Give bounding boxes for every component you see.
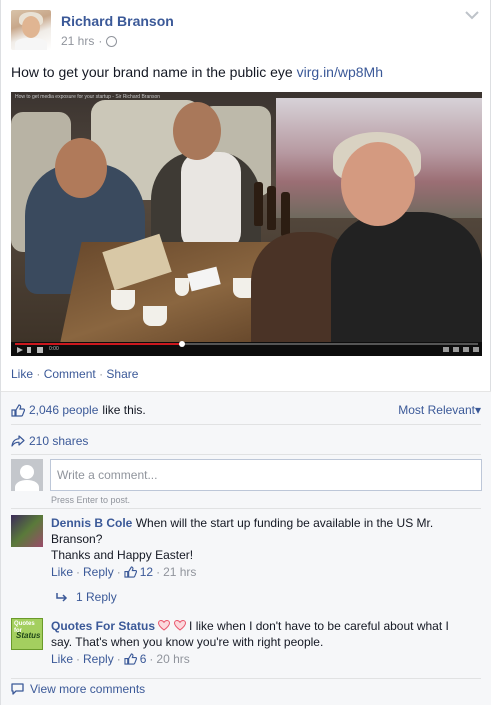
video-progress-fill: [15, 343, 182, 345]
feedback-section: 2,046 people like this. Most Relevant▾ 2…: [1, 391, 491, 705]
comment-like-button[interactable]: Like: [51, 565, 73, 579]
meta-separator: ·: [116, 565, 121, 579]
video-title-overlay: How to get media exposure for your start…: [15, 94, 161, 100]
reply-arrow-icon: [56, 593, 68, 602]
view-more-comments-link[interactable]: View more comments: [11, 682, 145, 696]
volume-icon[interactable]: [37, 347, 43, 353]
post-time[interactable]: 21 hrs: [61, 34, 94, 48]
comment-time[interactable]: 21 hrs: [163, 565, 196, 579]
video-time: 0:00: [49, 346, 59, 352]
replies-count: 1 Reply: [76, 590, 117, 604]
comment-input[interactable]: Write a comment...: [50, 459, 482, 491]
post-meta: 21 hrs ·: [61, 34, 118, 48]
fullscreen-icon[interactable]: [473, 347, 479, 352]
comment-reply-button[interactable]: Reply: [83, 652, 114, 666]
comment-text-line2: Thanks and Happy Easter!: [51, 548, 194, 562]
commenter-avatar[interactable]: [11, 515, 43, 547]
comment-button[interactable]: Comment: [44, 367, 96, 381]
author-name[interactable]: Richard Branson: [61, 13, 174, 29]
meta-separator: ·: [156, 565, 161, 579]
chevron-down-icon[interactable]: [465, 10, 479, 20]
post-link[interactable]: virg.in/wp8Mh: [297, 64, 383, 80]
divider: [11, 454, 481, 455]
comment-placeholder: Write a comment...: [57, 468, 158, 482]
post-text: How to get your brand name in the public…: [11, 64, 383, 80]
commenter-name[interactable]: Dennis B Cole: [51, 516, 132, 530]
comment-like-button[interactable]: Like: [51, 652, 73, 666]
globe-icon: [106, 35, 118, 47]
comment-bubble-icon: [11, 683, 24, 695]
divider: [11, 678, 481, 679]
comment-item: Quotes for Status Quotes For Status I li…: [11, 618, 481, 674]
meta-separator: ·: [76, 565, 81, 579]
settings-icon[interactable]: [453, 347, 459, 352]
likes-suffix: like this.: [102, 403, 146, 417]
heart-icon: [173, 620, 186, 631]
commenter-name[interactable]: Quotes For Status: [51, 619, 155, 633]
comment-time[interactable]: 20 hrs: [156, 652, 189, 666]
author-avatar[interactable]: [11, 10, 51, 50]
comment-like-count[interactable]: 12: [140, 565, 153, 579]
post-header: Richard Branson 21 hrs ·: [11, 8, 481, 54]
likes-summary: 2,046 people like this. Most Relevant▾: [11, 401, 481, 419]
video-player[interactable]: How to get media exposure for your start…: [11, 92, 482, 356]
meta-separator: ·: [116, 652, 121, 666]
post-message: How to get your brand name in the public…: [11, 64, 293, 80]
meta-separator: ·: [76, 652, 81, 666]
share-arrow-icon: [11, 435, 25, 447]
sort-label: Most Relevant: [398, 403, 475, 417]
action-separator: ·: [99, 367, 104, 381]
enter-hint: Press Enter to post.: [51, 495, 131, 505]
comment-like-count[interactable]: 6: [140, 652, 147, 666]
shares-count: 210 shares: [29, 434, 89, 448]
shares-link[interactable]: 210 shares: [11, 434, 88, 448]
facebook-post: Richard Branson 21 hrs · How to get your…: [0, 0, 491, 705]
play-icon[interactable]: [17, 347, 23, 353]
like-button[interactable]: Like: [11, 367, 33, 381]
comment-meta: Like · Reply · 12 · 21 hrs: [51, 565, 196, 579]
heart-icon: [158, 620, 171, 631]
divider: [11, 508, 481, 509]
view-more-label: View more comments: [30, 682, 146, 696]
thumbs-up-icon: [124, 566, 137, 578]
thumbs-up-icon: [124, 653, 137, 665]
share-button[interactable]: Share: [106, 367, 138, 381]
current-user-avatar: [11, 459, 43, 491]
comment-item: Dennis B Cole When will the start up fun…: [11, 515, 481, 585]
view-replies-link[interactable]: 1 Reply: [56, 590, 117, 604]
caret-down-icon: ▾: [474, 403, 481, 417]
meta-separator: ·: [149, 652, 154, 666]
likes-count-link[interactable]: 2,046 people: [29, 403, 98, 417]
video-progress-bar[interactable]: [15, 341, 478, 347]
comment-body: Quotes For Status I like when I don't ha…: [51, 618, 471, 650]
meta-separator: ·: [98, 34, 103, 48]
skip-icon[interactable]: [27, 347, 33, 353]
divider: [11, 424, 481, 425]
sort-dropdown[interactable]: Most Relevant▾: [398, 403, 481, 417]
action-separator: ·: [36, 367, 41, 381]
avatar-text-bottom: Status: [16, 631, 41, 640]
video-frame: How to get media exposure for your start…: [11, 92, 482, 342]
comment-reply-button[interactable]: Reply: [83, 565, 114, 579]
youtube-icon[interactable]: [463, 347, 469, 352]
captions-icon[interactable]: [443, 347, 449, 352]
comment-body: Dennis B Cole When will the start up fun…: [51, 515, 471, 563]
post-actions: Like · Comment · Share: [11, 367, 138, 381]
video-scrubber-handle[interactable]: [178, 341, 185, 347]
video-controls: 0:00: [11, 341, 482, 356]
commenter-avatar[interactable]: Quotes for Status: [11, 618, 43, 650]
thumbs-up-icon: [11, 403, 25, 417]
comment-meta: Like · Reply · 6 · 20 hrs: [51, 652, 190, 666]
